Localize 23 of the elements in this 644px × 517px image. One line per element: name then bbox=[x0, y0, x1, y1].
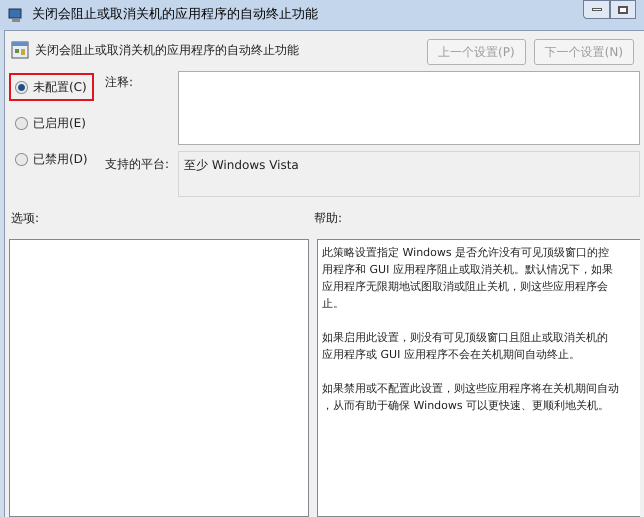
help-text: 应用程序或 GUI 应用程序不会在关机期间自动终止。 bbox=[322, 347, 580, 363]
help-text: 用程序和 GUI 应用程序阻止或取消关机。默认情况下，如果 bbox=[322, 262, 613, 278]
help-text: 如果禁用或不配置此设置，则这些应用程序将在关机期间自动 bbox=[322, 381, 619, 397]
maximize-button[interactable] bbox=[610, 0, 636, 19]
state-radio[interactable]: 未配置(C) bbox=[9, 73, 94, 101]
comment-label: 注释: bbox=[105, 74, 134, 91]
platform-label: 支持的平台: bbox=[105, 156, 170, 173]
options-label: 选项: bbox=[10, 210, 40, 227]
platform-field: 至少 Windows Vista bbox=[178, 151, 640, 197]
policy-icon bbox=[11, 41, 29, 59]
comment-field[interactable] bbox=[178, 71, 640, 145]
help-text: 应用程序无限期地试图取消或阻止关机，则这些应用程序会 bbox=[322, 279, 608, 295]
state-radio[interactable]: 已禁用(D) bbox=[9, 145, 94, 173]
policy-title: 关闭会阻止或取消关机的应用程序的自动终止功能 bbox=[35, 42, 299, 59]
window-title: 关闭会阻止或取消关机的应用程序的自动终止功能 bbox=[32, 6, 318, 24]
computer-icon bbox=[8, 7, 24, 23]
state-radio[interactable]: 已启用(E) bbox=[9, 109, 94, 137]
help-text: 此策略设置指定 Windows 是否允许没有可见顶级窗口的控 bbox=[322, 245, 610, 261]
help-text: 止。 bbox=[322, 296, 344, 312]
help-text: 如果启用此设置，则没有可见顶级窗口且阻止或取消关机的 bbox=[322, 330, 608, 346]
help-label: 帮助: bbox=[314, 210, 342, 227]
help-text: ，从而有助于确保 Windows 可以更快速、更顺利地关机。 bbox=[322, 398, 610, 414]
minimize-button[interactable] bbox=[583, 0, 610, 19]
